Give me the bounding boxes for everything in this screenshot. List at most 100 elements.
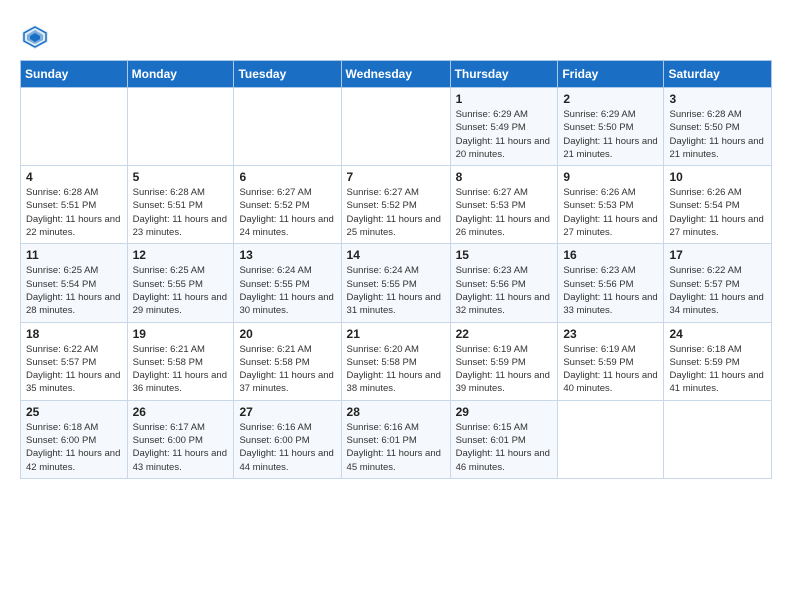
day-info: Sunrise: 6:27 AMSunset: 5:52 PMDaylight:…	[347, 186, 445, 239]
day-number: 16	[563, 248, 658, 262]
calendar-cell: 23 Sunrise: 6:19 AMSunset: 5:59 PMDayligh…	[558, 322, 664, 400]
day-info: Sunrise: 6:28 AMSunset: 5:50 PMDaylight:…	[669, 108, 766, 161]
calendar-week-row: 18 Sunrise: 6:22 AMSunset: 5:57 PMDayligh…	[21, 322, 772, 400]
day-number: 3	[669, 92, 766, 106]
calendar-cell: 12 Sunrise: 6:25 AMSunset: 5:55 PMDayligh…	[127, 244, 234, 322]
calendar-cell: 2 Sunrise: 6:29 AMSunset: 5:50 PMDaylight…	[558, 88, 664, 166]
day-info: Sunrise: 6:18 AMSunset: 6:00 PMDaylight:…	[26, 421, 122, 474]
day-number: 27	[239, 405, 335, 419]
weekday-header-row: SundayMondayTuesdayWednesdayThursdayFrid…	[21, 61, 772, 88]
day-number: 20	[239, 327, 335, 341]
calendar-cell: 14 Sunrise: 6:24 AMSunset: 5:55 PMDayligh…	[341, 244, 450, 322]
day-info: Sunrise: 6:26 AMSunset: 5:54 PMDaylight:…	[669, 186, 766, 239]
calendar-week-row: 4Sunrise: 6:28 AMSunset: 5:51 PMDaylight…	[21, 166, 772, 244]
day-number: 17	[669, 248, 766, 262]
day-number: 1	[456, 92, 553, 106]
calendar-cell	[127, 88, 234, 166]
day-info: Sunrise: 6:29 AMSunset: 5:49 PMDaylight:…	[456, 108, 553, 161]
calendar-cell: 16 Sunrise: 6:23 AMSunset: 5:56 PMDayligh…	[558, 244, 664, 322]
calendar-week-row: 25 Sunrise: 6:18 AMSunset: 6:00 PMDayligh…	[21, 400, 772, 478]
day-info: Sunrise: 6:20 AMSunset: 5:58 PMDaylight:…	[347, 343, 445, 396]
day-info: Sunrise: 6:19 AMSunset: 5:59 PMDaylight:…	[563, 343, 658, 396]
day-number: 23	[563, 327, 658, 341]
day-number: 14	[347, 248, 445, 262]
calendar-cell: 27 Sunrise: 6:16 AMSunset: 6:00 PMDayligh…	[234, 400, 341, 478]
day-info: Sunrise: 6:21 AMSunset: 5:58 PMDaylight:…	[239, 343, 335, 396]
day-number: 10	[669, 170, 766, 184]
day-number: 7	[347, 170, 445, 184]
day-number: 18	[26, 327, 122, 341]
calendar-cell: 10 Sunrise: 6:26 AMSunset: 5:54 PMDayligh…	[664, 166, 772, 244]
day-info: Sunrise: 6:24 AMSunset: 5:55 PMDaylight:…	[347, 264, 445, 317]
weekday-header-thursday: Thursday	[450, 61, 558, 88]
calendar-cell: 24 Sunrise: 6:18 AMSunset: 5:59 PMDayligh…	[664, 322, 772, 400]
day-number: 24	[669, 327, 766, 341]
day-number: 28	[347, 405, 445, 419]
day-info: Sunrise: 6:25 AMSunset: 5:55 PMDaylight:…	[133, 264, 229, 317]
calendar-week-row: 11 Sunrise: 6:25 AMSunset: 5:54 PMDayligh…	[21, 244, 772, 322]
calendar-cell	[234, 88, 341, 166]
day-number: 9	[563, 170, 658, 184]
calendar-cell: 25 Sunrise: 6:18 AMSunset: 6:00 PMDayligh…	[21, 400, 128, 478]
day-info: Sunrise: 6:23 AMSunset: 5:56 PMDaylight:…	[456, 264, 553, 317]
day-info: Sunrise: 6:15 AMSunset: 6:01 PMDaylight:…	[456, 421, 553, 474]
calendar-cell: 3 Sunrise: 6:28 AMSunset: 5:50 PMDaylight…	[664, 88, 772, 166]
day-number: 12	[133, 248, 229, 262]
day-info: Sunrise: 6:21 AMSunset: 5:58 PMDaylight:…	[133, 343, 229, 396]
day-info: Sunrise: 6:27 AMSunset: 5:52 PMDaylight:…	[239, 186, 335, 239]
day-number: 2	[563, 92, 658, 106]
calendar-cell: 4Sunrise: 6:28 AMSunset: 5:51 PMDaylight…	[21, 166, 128, 244]
calendar-cell: 11 Sunrise: 6:25 AMSunset: 5:54 PMDayligh…	[21, 244, 128, 322]
day-info: Sunrise: 6:28 AMSunset: 5:51 PMDaylight:…	[26, 186, 122, 239]
calendar-cell	[558, 400, 664, 478]
calendar-cell: 28 Sunrise: 6:16 AMSunset: 6:01 PMDayligh…	[341, 400, 450, 478]
weekday-header-saturday: Saturday	[664, 61, 772, 88]
day-info: Sunrise: 6:16 AMSunset: 6:00 PMDaylight:…	[239, 421, 335, 474]
calendar-cell: 21 Sunrise: 6:20 AMSunset: 5:58 PMDayligh…	[341, 322, 450, 400]
calendar-cell: 19 Sunrise: 6:21 AMSunset: 5:58 PMDayligh…	[127, 322, 234, 400]
day-info: Sunrise: 6:22 AMSunset: 5:57 PMDaylight:…	[669, 264, 766, 317]
day-info: Sunrise: 6:16 AMSunset: 6:01 PMDaylight:…	[347, 421, 445, 474]
page-header	[20, 16, 772, 52]
calendar-cell	[664, 400, 772, 478]
weekday-header-sunday: Sunday	[21, 61, 128, 88]
calendar-cell: 18 Sunrise: 6:22 AMSunset: 5:57 PMDayligh…	[21, 322, 128, 400]
day-number: 22	[456, 327, 553, 341]
day-number: 8	[456, 170, 553, 184]
day-number: 29	[456, 405, 553, 419]
day-number: 25	[26, 405, 122, 419]
day-number: 19	[133, 327, 229, 341]
calendar-cell: 9 Sunrise: 6:26 AMSunset: 5:53 PMDaylight…	[558, 166, 664, 244]
calendar-cell: 26Sunrise: 6:17 AMSunset: 6:00 PMDayligh…	[127, 400, 234, 478]
day-info: Sunrise: 6:26 AMSunset: 5:53 PMDaylight:…	[563, 186, 658, 239]
logo-icon	[20, 22, 50, 52]
day-number: 21	[347, 327, 445, 341]
day-info: Sunrise: 6:27 AMSunset: 5:53 PMDaylight:…	[456, 186, 553, 239]
calendar-cell	[341, 88, 450, 166]
calendar-cell	[21, 88, 128, 166]
calendar-cell: 1 Sunrise: 6:29 AMSunset: 5:49 PMDaylight…	[450, 88, 558, 166]
weekday-header-monday: Monday	[127, 61, 234, 88]
weekday-header-friday: Friday	[558, 61, 664, 88]
day-number: 11	[26, 248, 122, 262]
calendar-cell: 22 Sunrise: 6:19 AMSunset: 5:59 PMDayligh…	[450, 322, 558, 400]
day-info: Sunrise: 6:25 AMSunset: 5:54 PMDaylight:…	[26, 264, 122, 317]
calendar-week-row: 1 Sunrise: 6:29 AMSunset: 5:49 PMDaylight…	[21, 88, 772, 166]
calendar-cell: 13 Sunrise: 6:24 AMSunset: 5:55 PMDayligh…	[234, 244, 341, 322]
day-info: Sunrise: 6:22 AMSunset: 5:57 PMDaylight:…	[26, 343, 122, 396]
day-info: Sunrise: 6:19 AMSunset: 5:59 PMDaylight:…	[456, 343, 553, 396]
calendar-cell: 6Sunrise: 6:27 AMSunset: 5:52 PMDaylight…	[234, 166, 341, 244]
calendar-cell: 20 Sunrise: 6:21 AMSunset: 5:58 PMDayligh…	[234, 322, 341, 400]
day-number: 5	[133, 170, 229, 184]
day-info: Sunrise: 6:24 AMSunset: 5:55 PMDaylight:…	[239, 264, 335, 317]
weekday-header-tuesday: Tuesday	[234, 61, 341, 88]
day-info: Sunrise: 6:18 AMSunset: 5:59 PMDaylight:…	[669, 343, 766, 396]
calendar-cell: 7 Sunrise: 6:27 AMSunset: 5:52 PMDaylight…	[341, 166, 450, 244]
day-info: Sunrise: 6:29 AMSunset: 5:50 PMDaylight:…	[563, 108, 658, 161]
calendar-cell: 5Sunrise: 6:28 AMSunset: 5:51 PMDaylight…	[127, 166, 234, 244]
day-number: 15	[456, 248, 553, 262]
day-info: Sunrise: 6:23 AMSunset: 5:56 PMDaylight:…	[563, 264, 658, 317]
calendar-cell: 15 Sunrise: 6:23 AMSunset: 5:56 PMDayligh…	[450, 244, 558, 322]
day-number: 13	[239, 248, 335, 262]
weekday-header-wednesday: Wednesday	[341, 61, 450, 88]
